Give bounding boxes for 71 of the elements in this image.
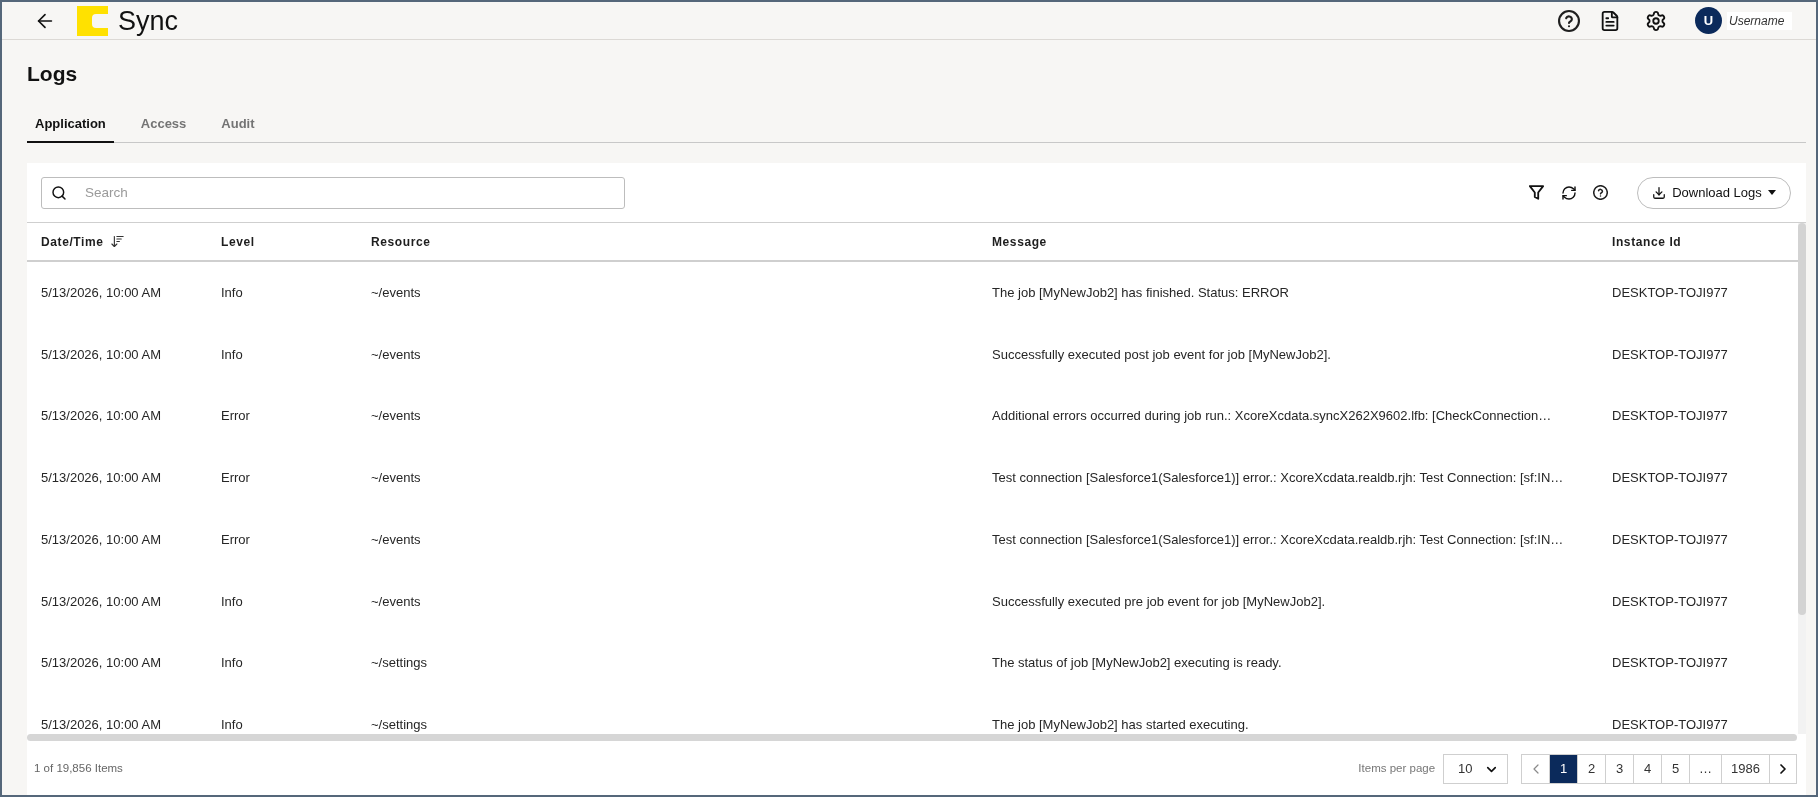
table-cell-text: DESKTOP-TOJI977 bbox=[1612, 284, 1728, 303]
table-cell-text: ~/events bbox=[371, 592, 421, 611]
items-per-page-label: Items per page bbox=[1358, 761, 1436, 777]
table-cell-text: Info bbox=[221, 654, 243, 673]
table-cell-text: Info bbox=[221, 715, 243, 734]
table-cell-text: 5/13/2026, 10:00 AM bbox=[41, 592, 161, 611]
table-cell-text: DESKTOP-TOJI977 bbox=[1612, 654, 1728, 673]
table-cell-text: ~/events bbox=[371, 345, 421, 364]
sort-descending-icon[interactable] bbox=[109, 234, 125, 249]
table-cell-text: The status of job [MyNewJob2] executing is ready. bbox=[992, 654, 1282, 673]
table-cell-text: 5/13/2026, 10:00 AM bbox=[41, 530, 161, 549]
horizontal-scrollbar[interactable] bbox=[27, 734, 1797, 741]
table-cell-text: ~/settings bbox=[371, 715, 427, 734]
brand-name: Sync bbox=[118, 4, 179, 37]
table-cell-text: Error bbox=[221, 469, 250, 488]
search-icon bbox=[51, 184, 67, 201]
table-cell-text: The job [MyNewJob2] has finished. Status: ERROR bbox=[992, 284, 1289, 303]
table-cell-text: ~/events bbox=[371, 530, 421, 549]
column-header[interactable]: Date/Time bbox=[41, 232, 104, 251]
page-title: Logs bbox=[27, 61, 78, 87]
column-header[interactable]: Instance Id bbox=[1612, 232, 1682, 251]
help-icon[interactable] bbox=[1593, 185, 1608, 200]
table-cell-text: Test connection [Salesforce1(Salesforce1)] error.: XcoreXcdata.realdb.rjh: Test Connection: [sf:IN… bbox=[992, 469, 1564, 488]
table-cell-text: 5/13/2026, 10:00 AM bbox=[41, 345, 161, 364]
logo-icon bbox=[77, 5, 108, 36]
table-cell-text: 5/13/2026, 10:00 AM bbox=[41, 654, 161, 673]
table-cell-text: Error bbox=[221, 530, 250, 549]
table-cell-text: 5/13/2026, 10:00 AM bbox=[41, 715, 161, 734]
table-cell-text: DESKTOP-TOJI977 bbox=[1612, 407, 1728, 426]
page-button[interactable]: 1 bbox=[1549, 755, 1578, 783]
table-cell-text: Successfully executed post job event for job [MyNewJob2]. bbox=[992, 345, 1331, 364]
help-icon[interactable] bbox=[1558, 9, 1580, 32]
vertical-scrollbar[interactable] bbox=[1798, 223, 1806, 734]
tab[interactable]: Application bbox=[27, 106, 114, 143]
settings-icon[interactable] bbox=[1645, 9, 1667, 32]
table-cell-text: ~/events bbox=[371, 469, 421, 488]
table-cell-text: Test connection [Salesforce1(Salesforce1)] error.: XcoreXcdata.realdb.rjh: Test Connection: [sf:IN… bbox=[992, 530, 1564, 549]
table-cell-text: Info bbox=[221, 284, 243, 303]
item-count: 1 of 19,856 Items bbox=[34, 761, 123, 777]
table-cell-text: Successfully executed pre job event for job [MyNewJob2]. bbox=[992, 592, 1326, 611]
table-cell-text: 5/13/2026, 10:00 AM bbox=[41, 469, 161, 488]
table-cell-text: DESKTOP-TOJI977 bbox=[1612, 345, 1728, 364]
table-cell-text: Info bbox=[221, 592, 243, 611]
column-header[interactable]: Resource bbox=[371, 232, 431, 251]
table-cell-text: Info bbox=[221, 345, 243, 364]
filter-icon[interactable] bbox=[1529, 185, 1544, 200]
table-cell-text: ~/events bbox=[371, 284, 421, 303]
tab[interactable]: Audit bbox=[213, 106, 263, 143]
refresh-icon[interactable] bbox=[1561, 184, 1577, 201]
table-cell-text: 5/13/2026, 10:00 AM bbox=[41, 284, 161, 303]
user-avatar[interactable]: U bbox=[1695, 7, 1722, 34]
items-per-page-select[interactable]: 10 bbox=[1443, 754, 1509, 784]
table-cell-text: DESKTOP-TOJI977 bbox=[1612, 530, 1728, 549]
table-cell-text: ~/events bbox=[371, 407, 421, 426]
table-cell-text: Error bbox=[221, 407, 250, 426]
table-cell-text: DESKTOP-TOJI977 bbox=[1612, 715, 1728, 734]
table-cell-text: The job [MyNewJob2] has started executing. bbox=[992, 715, 1249, 734]
search-field[interactable]: Search bbox=[41, 176, 625, 209]
tab[interactable]: Access bbox=[132, 106, 195, 143]
download-icon bbox=[1652, 185, 1667, 200]
table-cell-text: DESKTOP-TOJI977 bbox=[1612, 469, 1728, 488]
column-header[interactable]: Message bbox=[992, 232, 1047, 251]
column-header[interactable]: Level bbox=[221, 232, 255, 251]
scrollbar-thumb[interactable] bbox=[1798, 223, 1806, 615]
username-label: Username bbox=[1727, 11, 1792, 30]
table-cell-text: Additional errors occurred during job run.: XcoreXcdata.syncX262X9602.lfb: [CheckConnection… bbox=[992, 407, 1552, 426]
table-cell-text: 5/13/2026, 10:00 AM bbox=[41, 407, 161, 426]
table-cell-text: ~/settings bbox=[371, 654, 427, 673]
caret-icon bbox=[1767, 190, 1776, 195]
table-cell-text: DESKTOP-TOJI977 bbox=[1612, 592, 1728, 611]
document-icon[interactable] bbox=[1599, 9, 1621, 32]
